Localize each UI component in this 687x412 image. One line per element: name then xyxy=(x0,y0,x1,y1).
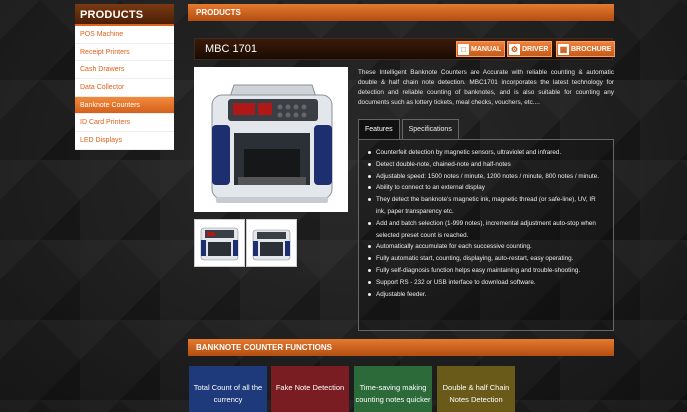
thumbnail-image xyxy=(200,227,239,261)
product-image[interactable] xyxy=(194,67,348,212)
product-title: MBC 1701 xyxy=(205,43,257,55)
sidebar-item-pos-machine[interactable]: POS Machine xyxy=(75,26,174,44)
sidebar-title: PRODUCTS xyxy=(75,4,174,26)
sidebar-item-cash-drawers[interactable]: Cash Drawers xyxy=(75,61,174,80)
features-panel: Counterfeit detection by magnetic sensor… xyxy=(358,139,614,331)
list-item: Automatically accumulate for each succes… xyxy=(365,241,607,253)
sidebar-item-receipt-printers[interactable]: Receipt Printers xyxy=(75,44,174,62)
list-item: Detect double-note, chained-note and hal… xyxy=(365,159,607,171)
gear-icon: ⚙ xyxy=(509,43,520,55)
list-item: Support RS - 232 or USB interface to dow… xyxy=(365,277,607,289)
sidebar-item-led-displays[interactable]: LED Displays xyxy=(75,132,174,150)
function-tile-total-count[interactable]: Total Count of all the currency xyxy=(189,366,267,412)
driver-button-label: DRIVER xyxy=(522,45,549,53)
list-item: Fully self-diagnosis function helps easy… xyxy=(365,265,607,277)
manual-button[interactable]: □ MANUAL xyxy=(456,41,506,57)
function-tile-chain-notes[interactable]: Double & half Chain Notes Detection xyxy=(437,366,515,412)
list-item: Adjustable feeder. xyxy=(365,289,607,301)
list-item: Ability to connect to an external displa… xyxy=(365,182,607,194)
banknote-counter-illustration xyxy=(211,84,333,203)
tab-features[interactable]: Features xyxy=(358,119,400,139)
thumbnail-image xyxy=(252,229,291,261)
product-title-bar: MBC 1701 □ MANUAL ⚙ DRIVER ▦ BROCHURE xyxy=(194,38,616,60)
functions-section-bar: BANKNOTE COUNTER FUNCTIONS xyxy=(188,339,614,356)
sidebar-item-id-card-printers[interactable]: ID Card Printers xyxy=(75,114,174,133)
driver-button[interactable]: ⚙ DRIVER xyxy=(507,41,553,57)
list-item: They detect the banknote's magnetic ink,… xyxy=(365,194,607,218)
product-description: These Intelligent Banknote Counters are … xyxy=(358,69,614,106)
features-list: Counterfeit detection by magnetic sensor… xyxy=(365,147,607,300)
sidebar-item-data-collector[interactable]: Data Collector xyxy=(75,79,174,97)
manual-button-label: MANUAL xyxy=(471,45,502,53)
list-item: Counterfeit detection by magnetic sensor… xyxy=(365,147,607,159)
brochure-button-label: BROCHURE xyxy=(571,45,612,53)
products-section-bar: PRODUCTS xyxy=(188,4,614,21)
list-item: Adjustable speed: 1500 notes / minute, 1… xyxy=(365,171,607,183)
manual-icon: □ xyxy=(458,43,469,55)
function-tile-time-saving[interactable]: Time-saving making counting notes quicke… xyxy=(354,366,432,412)
sidebar-list: POS Machine Receipt Printers Cash Drawer… xyxy=(75,26,174,150)
product-tabs: Features Specifications xyxy=(358,119,459,139)
list-item: Fully automatic start, counting, display… xyxy=(365,253,607,265)
brochure-button[interactable]: ▦ BROCHURE xyxy=(556,41,616,57)
brochure-icon: ▦ xyxy=(558,43,569,55)
tab-specifications[interactable]: Specifications xyxy=(401,119,459,139)
list-item: Add and batch selection (1-999 notes), i… xyxy=(365,218,607,242)
sidebar-item-banknote-counters[interactable]: Banknote Counters xyxy=(75,96,174,115)
product-thumbnail-2[interactable] xyxy=(246,219,297,267)
product-thumbnail-1[interactable] xyxy=(194,219,245,267)
sidebar: PRODUCTS POS Machine Receipt Printers Ca… xyxy=(75,4,174,150)
function-tile-fake-note[interactable]: Fake Note Detection xyxy=(271,366,349,412)
